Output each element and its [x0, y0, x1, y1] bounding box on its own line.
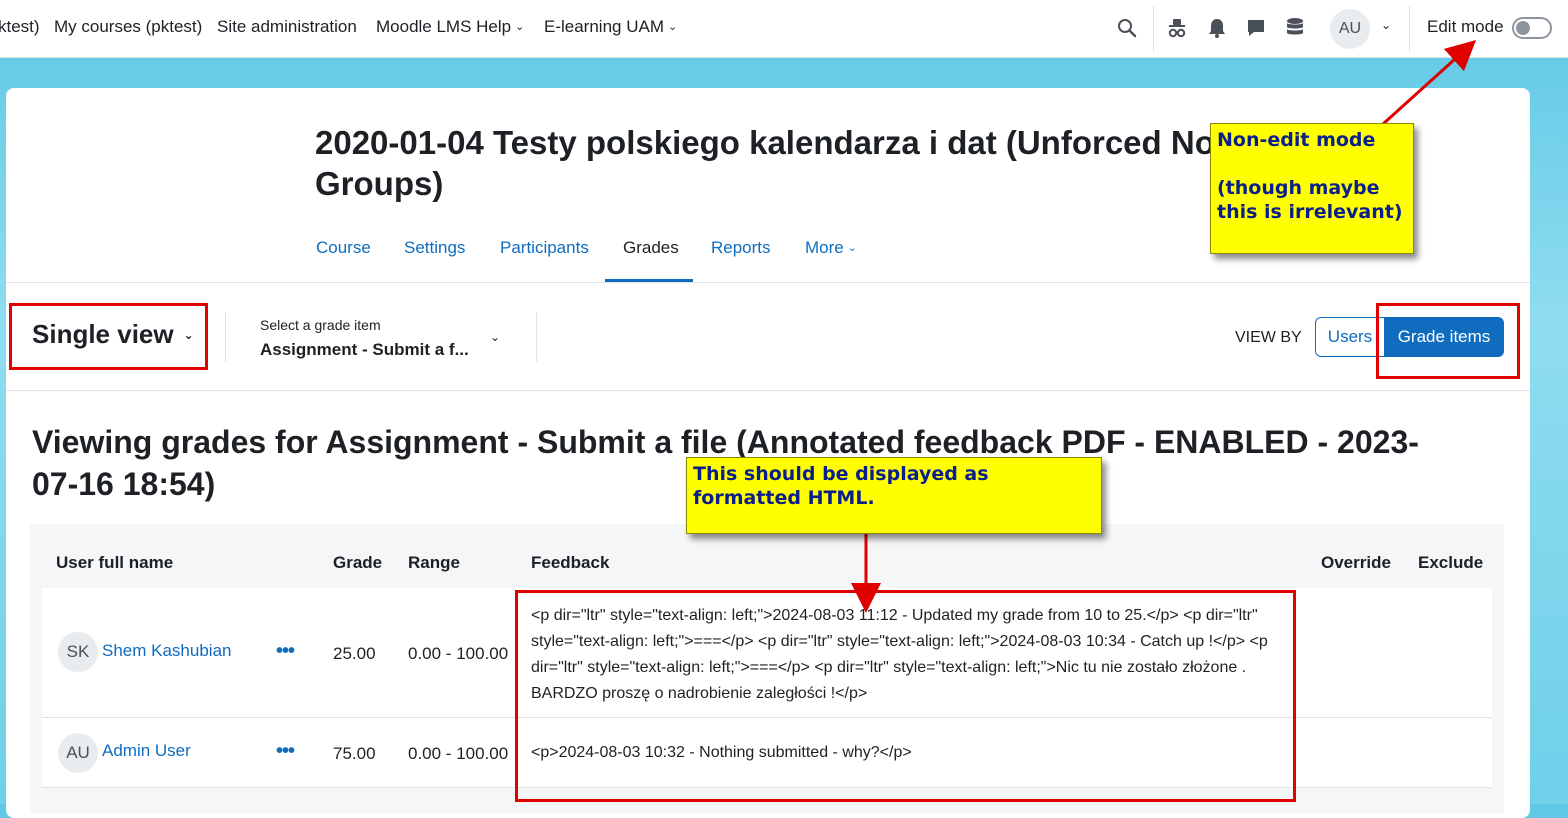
annotation-note-edit-mode: Non-edit mode (though maybe this is irre… [1210, 123, 1414, 254]
annotation-arrows [851, 39, 1477, 613]
annotation-note-line: (though maybe this is irrelevant) [1217, 177, 1403, 223]
annotation-note-html: This should be displayed as formatted HT… [686, 457, 1102, 534]
annotation-note-line: Non-edit mode [1217, 129, 1376, 151]
arrow-to-edit-mode [1381, 39, 1477, 126]
